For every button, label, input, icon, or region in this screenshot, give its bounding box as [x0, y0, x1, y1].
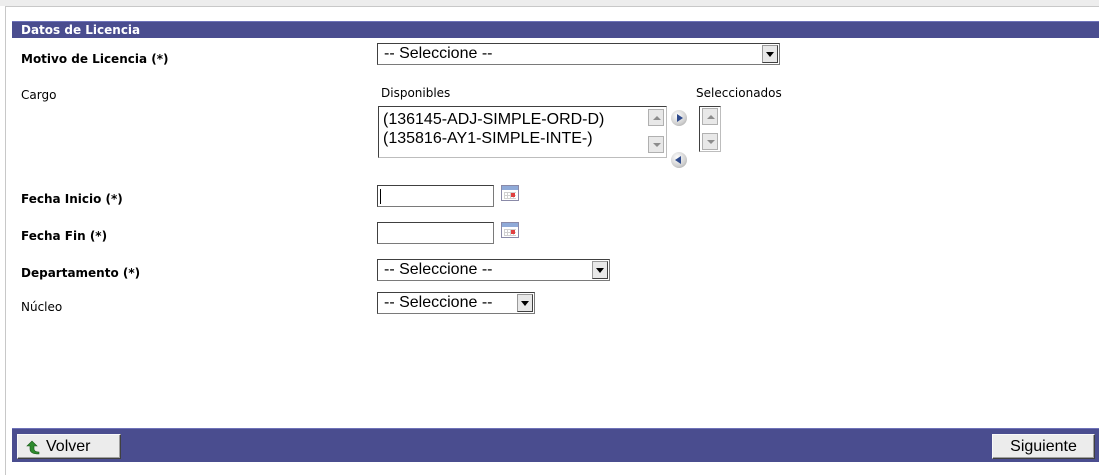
listbox-scrollbar[interactable]: [648, 109, 664, 155]
fecha-inicio-label: Fecha Inicio (*): [21, 192, 123, 206]
nucleo-select-value: -- Seleccione --: [384, 294, 493, 311]
seleccionados-listbox[interactable]: [699, 106, 721, 152]
footer-bar: Volver Siguiente: [12, 428, 1099, 462]
back-button[interactable]: Volver: [17, 434, 121, 459]
chevron-down-icon[interactable]: [517, 294, 533, 312]
cargo-label: Cargo: [21, 88, 57, 102]
fecha-fin-input[interactable]: [377, 222, 494, 244]
section-header: Datos de Licencia: [12, 21, 1099, 38]
fecha-fin-label: Fecha Fin (*): [21, 229, 108, 243]
calendar-icon[interactable]: [501, 185, 519, 201]
departamento-select[interactable]: -- Seleccione --: [377, 259, 610, 281]
seleccionados-label: Seleccionados: [696, 86, 782, 100]
scroll-down-icon[interactable]: [648, 136, 664, 153]
back-button-label: Volver: [46, 438, 91, 455]
departamento-select-value: -- Seleccione --: [384, 261, 493, 278]
motivo-label: Motivo de Licencia (*): [21, 52, 169, 66]
scroll-up-icon[interactable]: [648, 109, 664, 126]
scroll-up-icon[interactable]: [702, 108, 718, 125]
departamento-label: Departamento (*): [21, 266, 141, 280]
fecha-inicio-input[interactable]: [377, 185, 494, 207]
list-item[interactable]: (135816-AY1-SIMPLE-INTE-): [383, 129, 666, 148]
text-caret: [380, 189, 381, 204]
list-item[interactable]: (136145-ADJ-SIMPLE-ORD-D): [383, 110, 666, 129]
chevron-down-icon[interactable]: [592, 261, 608, 279]
disponibles-label: Disponibles: [381, 86, 451, 100]
nucleo-select[interactable]: -- Seleccione --: [377, 292, 535, 314]
motivo-select-value: -- Seleccione --: [384, 45, 493, 62]
motivo-select[interactable]: -- Seleccione --: [377, 43, 780, 65]
move-left-icon[interactable]: [671, 152, 687, 168]
back-arrow-icon: [26, 440, 40, 455]
chevron-down-icon[interactable]: [762, 45, 778, 63]
disponibles-listbox[interactable]: (136145-ADJ-SIMPLE-ORD-D) (135816-AY1-SI…: [378, 106, 667, 158]
section-title: Datos de Licencia: [21, 23, 141, 37]
next-button-label: Siguiente: [1010, 438, 1077, 455]
scroll-down-icon[interactable]: [702, 133, 718, 150]
next-button[interactable]: Siguiente: [992, 434, 1095, 459]
move-right-icon[interactable]: [671, 110, 687, 126]
nucleo-label: Núcleo: [21, 300, 63, 314]
form-frame: [5, 6, 1099, 475]
calendar-icon[interactable]: [501, 222, 519, 238]
